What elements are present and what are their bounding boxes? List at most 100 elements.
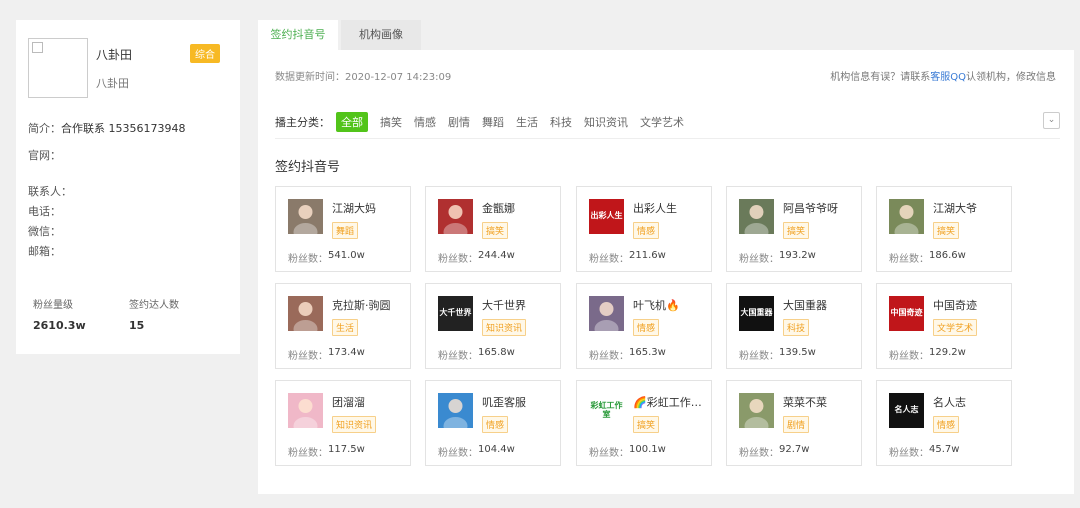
- image-placeholder-icon: [32, 42, 43, 53]
- portrait-icon: [443, 205, 468, 234]
- account-avatar: [288, 199, 323, 234]
- account-card[interactable]: 团溜溜 知识资讯 粉丝数： 117.5w: [275, 380, 411, 466]
- fans-count: 104.4w: [478, 444, 515, 455]
- account-name[interactable]: 克拉斯·驹圆: [332, 297, 408, 313]
- avatar: [28, 38, 88, 98]
- account-name[interactable]: 金甑娜: [482, 200, 558, 216]
- account-name[interactable]: 团溜溜: [332, 394, 408, 410]
- account-name[interactable]: 叽歪客服: [482, 394, 558, 410]
- filter-knowledge[interactable]: 知识资讯: [584, 114, 628, 130]
- filter-comedy[interactable]: 搞笑: [380, 114, 402, 130]
- fans-label: 粉丝数：: [739, 254, 779, 265]
- account-card[interactable]: 彩虹工作室 🌈彩虹工作室... 搞笑 粉丝数： 100.1w: [576, 380, 712, 466]
- filter-tech[interactable]: 科技: [550, 114, 572, 130]
- filter-emotion[interactable]: 情感: [414, 114, 436, 130]
- fans-count: 173.4w: [328, 347, 365, 358]
- portrait-icon: [443, 399, 468, 428]
- account-name[interactable]: 菜菜不菜: [783, 394, 859, 410]
- account-avatar: [438, 393, 473, 428]
- filter-label: 播主分类：: [275, 116, 330, 129]
- section-title: 签约抖音号: [275, 160, 341, 175]
- account-name[interactable]: 大国重器: [783, 297, 859, 313]
- account-category-tag: 搞笑: [933, 222, 960, 239]
- account-card[interactable]: 大千世界 大千世界 知识资讯 粉丝数： 165.8w: [425, 283, 561, 369]
- update-time: 数据更新时间：2020-12-07 14:23:09: [275, 72, 452, 83]
- contact-label: 联系人：: [28, 185, 72, 198]
- account-avatar: [739, 393, 774, 428]
- fans-count: 129.2w: [929, 347, 966, 358]
- account-avatar: 彩虹工作室: [589, 393, 624, 428]
- intro-value: 合作联系 15356173948: [61, 122, 186, 135]
- fans-level-value: 2610.3w: [33, 319, 86, 332]
- fans-count: 165.8w: [478, 347, 515, 358]
- category-filter: 播主分类： 全部 搞笑 情感 剧情 舞蹈 生活 科技 知识资讯 文学艺术: [275, 112, 696, 132]
- account-avatar: 出彩人生: [589, 199, 624, 234]
- expand-filter-button[interactable]: ⌄: [1043, 112, 1060, 129]
- filter-drama[interactable]: 剧情: [448, 114, 470, 130]
- fans-count: 117.5w: [328, 444, 365, 455]
- account-name[interactable]: 名人志: [933, 394, 1009, 410]
- portrait-icon: [293, 205, 318, 234]
- account-card[interactable]: 大国重器 大国重器 科技 粉丝数： 139.5w: [726, 283, 862, 369]
- account-name[interactable]: 阿昌爷爷呀: [783, 200, 859, 216]
- account-category-tag: 情感: [633, 222, 660, 239]
- fans-level-label: 粉丝量级: [33, 300, 73, 311]
- portrait-icon: [744, 399, 769, 428]
- account-avatar: [589, 296, 624, 331]
- wechat-label: 微信：: [28, 225, 61, 238]
- org-subname: 八卦田: [96, 77, 129, 90]
- filter-literature-art[interactable]: 文学艺术: [640, 114, 684, 130]
- filter-dance[interactable]: 舞蹈: [482, 114, 504, 130]
- divider: [275, 138, 1060, 139]
- portrait-icon: [744, 205, 769, 234]
- category-badge: 综合: [190, 44, 220, 63]
- account-name[interactable]: 🌈彩虹工作室...: [633, 394, 709, 410]
- account-card[interactable]: 叽歪客服 情感 粉丝数： 104.4w: [425, 380, 561, 466]
- account-name[interactable]: 大千世界: [482, 297, 558, 313]
- account-card[interactable]: 菜菜不菜 剧情 粉丝数： 92.7w: [726, 380, 862, 466]
- fans-count: 165.3w: [629, 347, 666, 358]
- account-card[interactable]: 叶飞机🔥 情感 粉丝数： 165.3w: [576, 283, 712, 369]
- fans-count: 541.0w: [328, 250, 365, 261]
- email-label: 邮箱：: [28, 245, 61, 258]
- portrait-icon: [293, 302, 318, 331]
- fans-count: 45.7w: [929, 444, 960, 455]
- account-name[interactable]: 江湖大爷: [933, 200, 1009, 216]
- account-avatar: 名人志: [889, 393, 924, 428]
- account-name[interactable]: 中国奇迹: [933, 297, 1009, 313]
- tab-org-profile[interactable]: 机构画像: [341, 20, 421, 50]
- account-avatar: 大千世界: [438, 296, 473, 331]
- filter-all[interactable]: 全部: [336, 112, 368, 132]
- account-name[interactable]: 出彩人生: [633, 200, 709, 216]
- account-category-tag: 剧情: [783, 416, 810, 433]
- fans-label: 粉丝数：: [589, 448, 629, 459]
- account-card[interactable]: 金甑娜 搞笑 粉丝数： 244.4w: [425, 186, 561, 272]
- org-name: 八卦田: [96, 48, 133, 62]
- fans-count: 211.6w: [629, 250, 666, 261]
- signed-count-label: 签约达人数: [129, 300, 179, 311]
- account-card[interactable]: 江湖大爷 搞笑 粉丝数： 186.6w: [876, 186, 1012, 272]
- account-card[interactable]: 中国奇迹 中国奇迹 文学艺术 粉丝数： 129.2w: [876, 283, 1012, 369]
- fans-count: 244.4w: [478, 250, 515, 261]
- org-profile-panel: 八卦田 八卦田 综合 简介：合作联系 15356173948 官网： 联系人： …: [16, 20, 240, 354]
- account-name[interactable]: 江湖大妈: [332, 200, 408, 216]
- fans-label: 粉丝数：: [288, 254, 328, 265]
- customer-service-link[interactable]: 客服QQ: [930, 72, 966, 83]
- fans-label: 粉丝数：: [739, 351, 779, 362]
- correction-notice: 机构信息有误？请联系客服QQ认领机构，修改信息: [830, 68, 1056, 83]
- account-card[interactable]: 克拉斯·驹圆 生活 粉丝数： 173.4w: [275, 283, 411, 369]
- filter-life[interactable]: 生活: [516, 114, 538, 130]
- fans-label: 粉丝数：: [589, 351, 629, 362]
- account-card[interactable]: 出彩人生 出彩人生 情感 粉丝数： 211.6w: [576, 186, 712, 272]
- fans-label: 粉丝数：: [889, 254, 929, 265]
- account-card[interactable]: 江湖大妈舞蹈粉丝数： 541.0w: [275, 186, 411, 272]
- account-avatar: [739, 199, 774, 234]
- intro-row: 简介：合作联系 15356173948: [28, 120, 185, 136]
- account-card[interactable]: 名人志 名人志 情感 粉丝数： 45.7w: [876, 380, 1012, 466]
- tab-signed-accounts[interactable]: 签约抖音号: [258, 20, 338, 50]
- account-category-tag: 生活: [332, 319, 359, 336]
- account-name[interactable]: 叶飞机🔥: [633, 297, 709, 313]
- account-card[interactable]: 阿昌爷爷呀 搞笑 粉丝数： 193.2w: [726, 186, 862, 272]
- fans-label: 粉丝数：: [438, 254, 478, 265]
- account-category-tag: 舞蹈: [332, 222, 359, 239]
